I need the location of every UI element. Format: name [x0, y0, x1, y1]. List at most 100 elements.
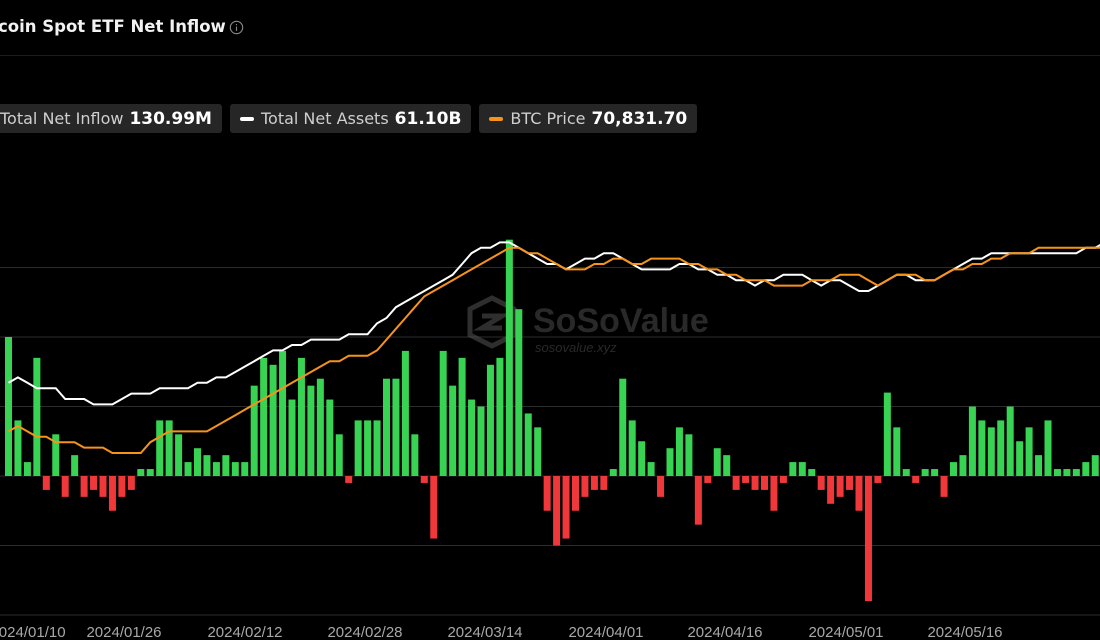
- bar[interactable]: [326, 399, 334, 476]
- bar[interactable]: [770, 476, 778, 511]
- bar[interactable]: [269, 364, 277, 476]
- bar[interactable]: [392, 378, 400, 476]
- bar[interactable]: [364, 420, 372, 476]
- bar[interactable]: [184, 462, 192, 476]
- bar[interactable]: [959, 455, 967, 476]
- bar[interactable]: [704, 476, 712, 483]
- bar[interactable]: [175, 434, 183, 476]
- bar[interactable]: [90, 476, 98, 490]
- bar[interactable]: [260, 357, 268, 476]
- bar[interactable]: [968, 406, 976, 477]
- bar[interactable]: [80, 476, 88, 497]
- bar[interactable]: [590, 476, 598, 490]
- bar[interactable]: [808, 469, 816, 476]
- bar[interactable]: [553, 476, 561, 546]
- bar[interactable]: [657, 476, 665, 497]
- bar[interactable]: [855, 476, 863, 511]
- bar[interactable]: [987, 427, 995, 476]
- bar[interactable]: [231, 462, 239, 476]
- bar[interactable]: [146, 469, 154, 476]
- bar[interactable]: [534, 427, 542, 476]
- bar[interactable]: [42, 476, 50, 490]
- bar[interactable]: [864, 476, 872, 602]
- bar[interactable]: [817, 476, 825, 490]
- bar[interactable]: [581, 476, 589, 497]
- bar[interactable]: [931, 469, 939, 476]
- bar[interactable]: [156, 420, 164, 476]
- bar[interactable]: [874, 476, 882, 483]
- bar[interactable]: [675, 427, 683, 476]
- bar[interactable]: [14, 420, 22, 476]
- bar[interactable]: [477, 406, 485, 477]
- bar[interactable]: [515, 309, 523, 476]
- bar[interactable]: [71, 455, 79, 476]
- bar[interactable]: [666, 448, 674, 476]
- bar[interactable]: [354, 420, 362, 476]
- bar[interactable]: [751, 476, 759, 490]
- bar[interactable]: [335, 434, 343, 476]
- bar[interactable]: [1016, 441, 1024, 476]
- bar[interactable]: [212, 462, 220, 476]
- bar[interactable]: [288, 399, 296, 476]
- bar[interactable]: [694, 476, 702, 525]
- bar[interactable]: [383, 378, 390, 476]
- bar[interactable]: [1063, 469, 1071, 476]
- bar[interactable]: [713, 448, 721, 476]
- bar[interactable]: [401, 350, 409, 476]
- bar[interactable]: [23, 462, 31, 476]
- bar[interactable]: [1006, 406, 1014, 477]
- bar[interactable]: [902, 469, 910, 476]
- bar[interactable]: [723, 455, 731, 476]
- bar[interactable]: [194, 448, 201, 476]
- bar[interactable]: [1053, 469, 1061, 476]
- bar[interactable]: [165, 420, 173, 476]
- bar[interactable]: [732, 476, 740, 490]
- bar[interactable]: [222, 455, 230, 476]
- bar[interactable]: [250, 385, 258, 476]
- bar[interactable]: [978, 420, 986, 476]
- bar[interactable]: [468, 399, 476, 476]
- bar[interactable]: [1025, 427, 1033, 476]
- bar[interactable]: [345, 476, 353, 483]
- bar[interactable]: [742, 476, 750, 483]
- bar[interactable]: [836, 476, 844, 497]
- bar[interactable]: [127, 476, 135, 490]
- bar[interactable]: [789, 462, 797, 476]
- bar[interactable]: [1044, 420, 1052, 476]
- bar[interactable]: [486, 364, 494, 476]
- bar[interactable]: [638, 441, 646, 476]
- bar[interactable]: [1035, 455, 1043, 476]
- bar[interactable]: [609, 469, 617, 476]
- bar[interactable]: [373, 420, 381, 476]
- bar[interactable]: [137, 469, 145, 476]
- bar[interactable]: [997, 420, 1005, 476]
- bar[interactable]: [108, 476, 116, 511]
- bar[interactable]: [5, 337, 12, 476]
- bar[interactable]: [628, 420, 636, 476]
- bar[interactable]: [600, 476, 608, 490]
- bar[interactable]: [893, 427, 901, 476]
- bar[interactable]: [827, 476, 835, 504]
- bar[interactable]: [524, 413, 532, 476]
- bar[interactable]: [118, 476, 126, 497]
- bar[interactable]: [761, 476, 768, 490]
- bar[interactable]: [921, 469, 929, 476]
- bar[interactable]: [883, 392, 891, 476]
- bar[interactable]: [543, 476, 551, 511]
- bar[interactable]: [316, 378, 324, 476]
- bar[interactable]: [779, 476, 787, 483]
- bar[interactable]: [439, 350, 447, 476]
- bar[interactable]: [241, 462, 249, 476]
- bar[interactable]: [950, 462, 957, 476]
- bar[interactable]: [1082, 462, 1090, 476]
- bar[interactable]: [307, 385, 315, 476]
- bar[interactable]: [279, 350, 287, 476]
- bar[interactable]: [798, 462, 806, 476]
- bar[interactable]: [647, 462, 655, 476]
- bar[interactable]: [846, 476, 854, 490]
- bar[interactable]: [572, 476, 579, 511]
- bar[interactable]: [420, 476, 428, 483]
- bar[interactable]: [458, 357, 466, 476]
- bar[interactable]: [685, 434, 693, 476]
- bar[interactable]: [61, 476, 69, 497]
